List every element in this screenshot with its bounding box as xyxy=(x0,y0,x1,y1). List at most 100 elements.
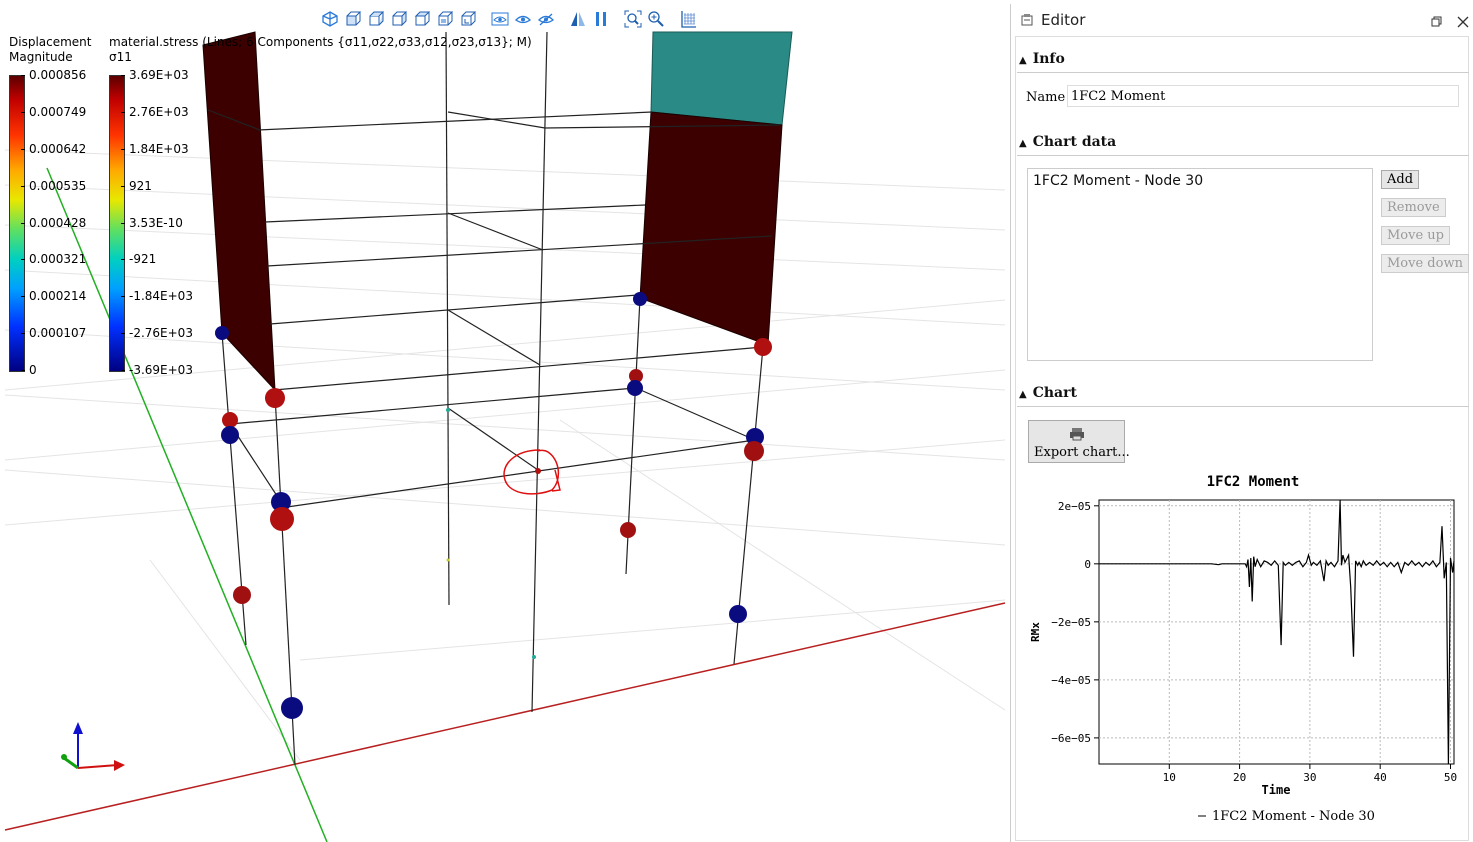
y-tick-label: 2e−05 xyxy=(1058,500,1091,513)
view-right-icon[interactable] xyxy=(412,9,432,29)
x-ticks: 10 20 30 40 50 xyxy=(1163,764,1457,784)
view-toolbar xyxy=(320,9,698,29)
colorbar-tick-label: 0.000321 xyxy=(29,252,87,267)
view-top-icon[interactable] xyxy=(435,9,455,29)
collapse-icon: ▲ xyxy=(1019,55,1027,66)
zoom-fit-icon[interactable] xyxy=(623,9,643,29)
y-tick-label: −6e−05 xyxy=(1051,732,1091,745)
x-tick-label: 40 xyxy=(1374,771,1387,784)
hide-icon[interactable] xyxy=(536,9,556,29)
colorbar-tickmark xyxy=(121,222,125,224)
colorbar-tick-label: 0.000107 xyxy=(29,326,87,341)
editor-icon xyxy=(1021,14,1033,26)
zoom-icon[interactable] xyxy=(646,9,666,29)
restore-icon[interactable] xyxy=(1431,16,1443,28)
colorbar-tickmark xyxy=(21,222,25,224)
colorbar-tick-label: -3.69E+03 xyxy=(129,363,193,377)
colorbar-tick-label: 921 xyxy=(129,178,152,193)
y-ticks: 2e−05 0 −2e−05 −4e−05 −6e−05 xyxy=(1051,500,1099,745)
chart-data-section-label: Chart data xyxy=(1032,134,1117,150)
displacement-colorbar xyxy=(9,75,25,372)
chart-title: 1FC2 Moment xyxy=(1207,474,1300,490)
colorbar-tickmark xyxy=(21,259,25,261)
colorbar-tick-label: 2.76E+03 xyxy=(129,104,189,119)
x-axis-line xyxy=(4,602,1006,831)
colorbar-tick-label: -921 xyxy=(129,252,157,267)
colorbar-tickmark xyxy=(121,296,125,298)
colorbar-tick-label: 0.000214 xyxy=(29,289,87,304)
colorbar-tick-label: 1.84E+03 xyxy=(129,141,189,156)
right-wall-upper-panel[interactable] xyxy=(650,31,793,126)
colorbar-tickmark xyxy=(121,148,125,150)
displacement-legend-title: Displacement xyxy=(9,35,92,49)
grid-icon[interactable] xyxy=(678,9,698,29)
right-wall-lower-panel[interactable] xyxy=(639,111,783,346)
editor-panel: Editor ▲ Info Name 1FC2 Moment ▲ Chart dat… xyxy=(1010,4,1473,842)
remove-button[interactable]: Remove xyxy=(1381,198,1446,217)
list-item[interactable]: 1FC2 Moment - Node 30 xyxy=(1033,173,1203,189)
colorbar-tickmark xyxy=(121,75,125,76)
colorbar-tick-label: 0.000856 xyxy=(29,68,87,82)
view-front-icon[interactable] xyxy=(343,9,363,29)
colorbar-tick-label: 3.53E-10 xyxy=(129,215,183,230)
export-chart-button[interactable]: Export chart... xyxy=(1028,420,1130,463)
show-icon[interactable] xyxy=(490,9,510,29)
export-chart-label: Export chart... xyxy=(1034,445,1130,460)
y-tick-label: −2e−05 xyxy=(1051,616,1091,629)
perspective-icon[interactable] xyxy=(568,9,588,29)
colorbar-tick-label: -1.84E+03 xyxy=(129,289,193,304)
move-up-button[interactable]: Move up xyxy=(1381,226,1451,245)
name-input[interactable]: 1FC2 Moment xyxy=(1067,85,1459,107)
chart-data-list[interactable]: 1FC2 Moment - Node 30 xyxy=(1027,168,1373,361)
printer-icon xyxy=(1070,428,1084,441)
editor-title: Editor xyxy=(1041,11,1086,29)
colorbar-tickmark xyxy=(121,111,125,113)
colorbar-tickmark xyxy=(21,75,25,76)
split-icon[interactable] xyxy=(591,9,611,29)
editor-header: Editor xyxy=(1011,4,1473,34)
x-tick-label: 20 xyxy=(1233,771,1246,784)
model-scene[interactable] xyxy=(0,0,1008,842)
axis-triad-icon xyxy=(61,722,125,771)
x-tick-label: 10 xyxy=(1163,771,1176,784)
eye-icon[interactable] xyxy=(513,9,533,29)
colorbar-tickmark xyxy=(21,370,25,371)
legend-entry: 1FC2 Moment - Node 30 xyxy=(1212,809,1375,824)
colorbar-tickmark xyxy=(21,148,25,150)
collapse-icon: ▲ xyxy=(1019,389,1027,400)
colorbar-tick-label: 0 xyxy=(29,363,37,377)
chart-data-section-header[interactable]: ▲ Chart data xyxy=(1019,134,1116,150)
view-bottom-icon[interactable] xyxy=(458,9,478,29)
iso-view-icon[interactable] xyxy=(320,9,340,29)
colorbar-tick-label: 0.000749 xyxy=(29,104,87,119)
add-button[interactable]: Add xyxy=(1381,170,1420,189)
collapse-icon: ▲ xyxy=(1019,138,1027,149)
colorbar-tickmark xyxy=(21,333,25,335)
chart-section-label: Chart xyxy=(1032,385,1077,401)
colorbar-tickmark xyxy=(21,185,25,187)
left-wall-panel[interactable] xyxy=(202,31,276,392)
move-down-button[interactable]: Move down xyxy=(1381,254,1469,273)
3d-viewport[interactable]: Displacement Magnitude 0.000856 0.000749 0… xyxy=(0,0,1008,842)
divider xyxy=(1017,406,1469,407)
view-left-icon[interactable] xyxy=(389,9,409,29)
plot-area xyxy=(1098,499,1455,765)
colorbar-tick-label: 0.000535 xyxy=(29,178,87,193)
colorbar-tick-label: 3.69E+03 xyxy=(129,68,189,82)
y-tick-label: −4e−05 xyxy=(1051,674,1091,687)
colorbar-tickmark xyxy=(121,259,125,261)
name-label: Name xyxy=(1026,90,1066,105)
close-icon[interactable] xyxy=(1457,16,1469,28)
y-axis-label: RMx xyxy=(1029,622,1042,642)
chart-section-header[interactable]: ▲ Chart xyxy=(1019,385,1077,401)
colorbar-tickmark xyxy=(121,333,125,335)
x-tick-label: 30 xyxy=(1303,771,1316,784)
x-axis-label: Time xyxy=(1262,783,1291,797)
view-back-icon[interactable] xyxy=(366,9,386,29)
info-section-label: Info xyxy=(1032,51,1065,67)
stress-colorbar xyxy=(109,75,125,372)
stress-legend-subtitle: σ11 xyxy=(109,50,132,64)
info-section-header[interactable]: ▲ Info xyxy=(1019,51,1065,67)
divider xyxy=(1017,72,1469,73)
x-tick-label: 50 xyxy=(1444,771,1457,784)
